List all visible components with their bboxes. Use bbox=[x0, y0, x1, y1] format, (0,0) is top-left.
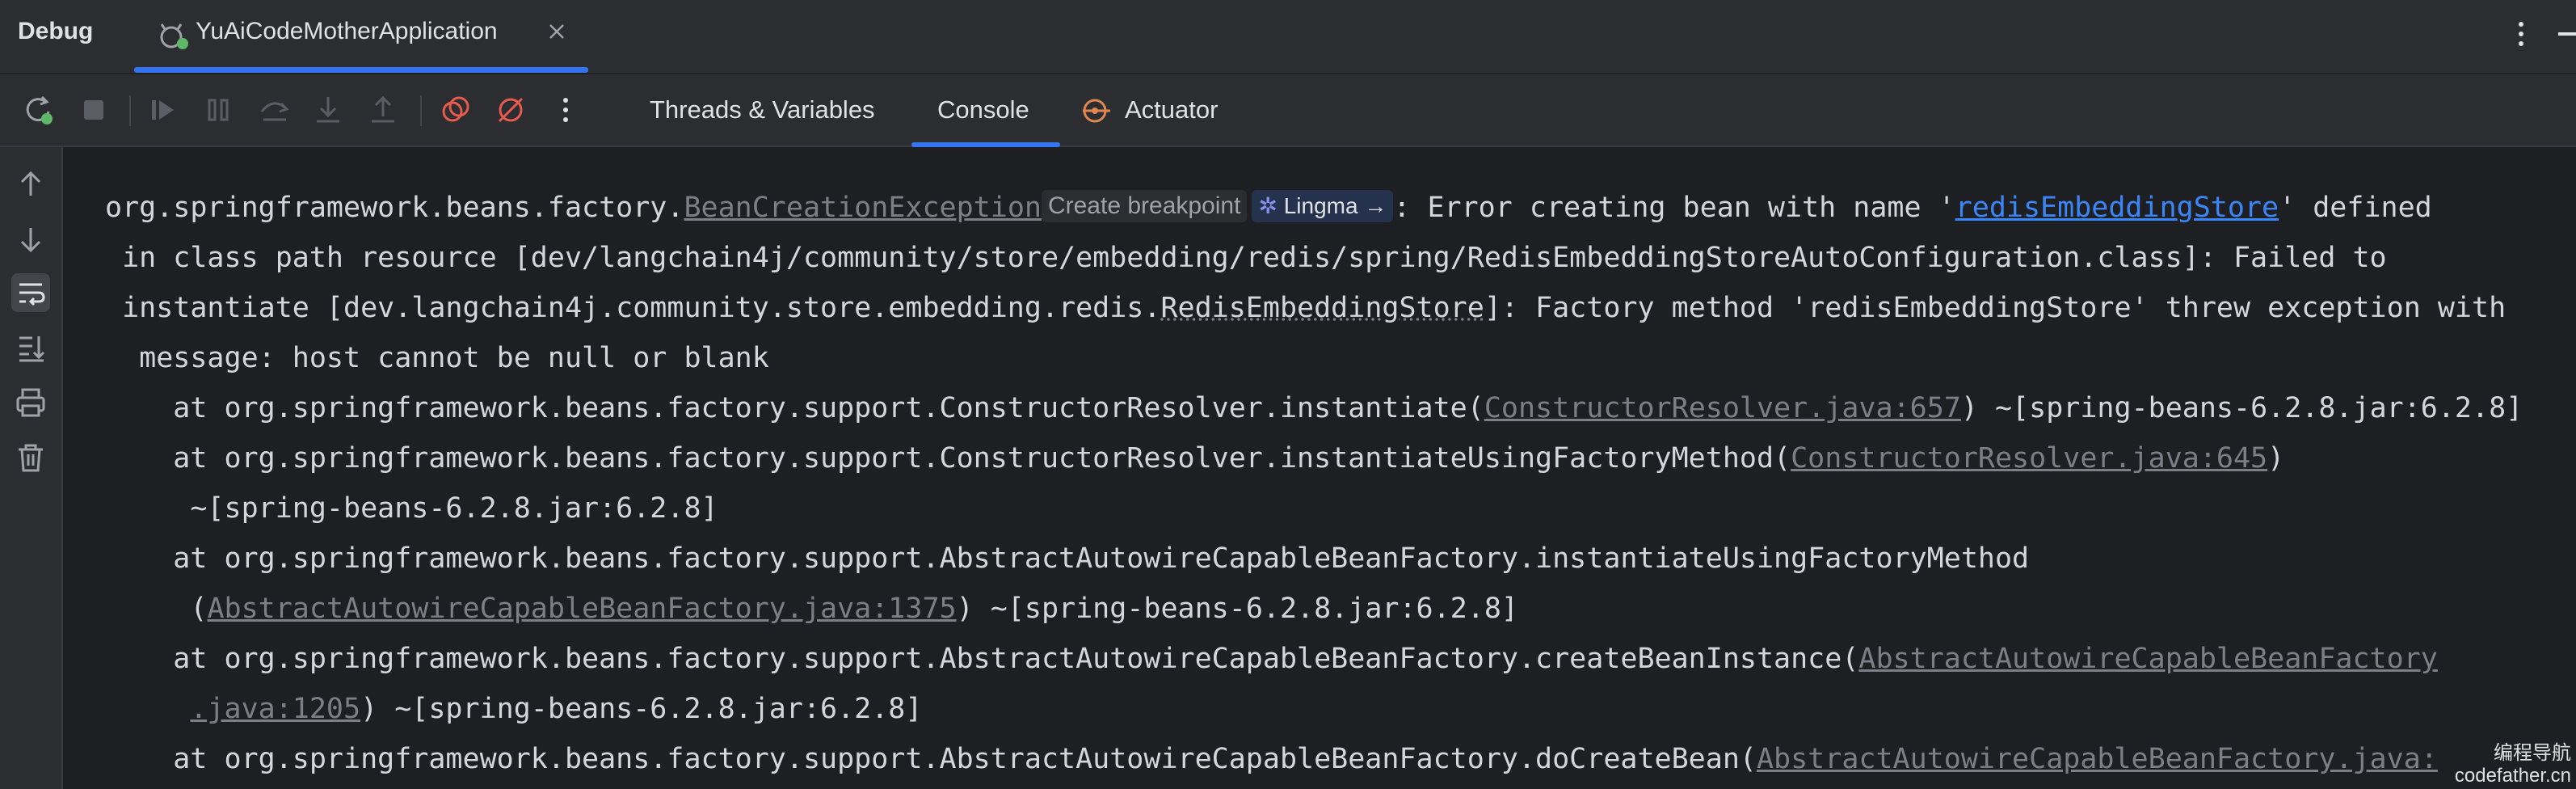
tab-threads-variables-label: Threads & Variables bbox=[650, 95, 875, 124]
console-text: ' defined bbox=[2279, 192, 2432, 224]
actuator-icon bbox=[1083, 99, 1110, 123]
step-into-icon[interactable] bbox=[310, 92, 346, 128]
watermark: 编程导航 codefather.cn bbox=[2455, 742, 2571, 787]
stack-frame-line: at org.springframework.beans.factory.sup… bbox=[105, 542, 2030, 575]
lingma-icon: ✲ bbox=[1258, 193, 1284, 218]
stack-frame-line: at org.springframework.beans.factory.sup… bbox=[105, 388, 2523, 428]
arrow-up-icon[interactable] bbox=[11, 165, 50, 204]
step-over-icon[interactable] bbox=[257, 92, 293, 128]
source-link[interactable]: AbstractAutowireCapableBeanFactory.java: bbox=[1757, 743, 2438, 775]
console-text: org.springframework.beans.factory. bbox=[105, 192, 684, 224]
run-config-tab-label: YuAiCodeMotherApplication bbox=[196, 18, 498, 44]
clear-all-icon[interactable] bbox=[11, 438, 50, 477]
console-text: : Error creating bean with name ' bbox=[1393, 192, 1955, 224]
class-reference[interactable]: RedisEmbeddingStore bbox=[1160, 292, 1484, 324]
source-link[interactable]: AbstractAutowireCapableBeanFactory bbox=[1858, 643, 2437, 675]
console-text: instantiate [dev.langchain4j.community.s… bbox=[105, 292, 1161, 324]
console-text: ) ~[spring-beans-6.2.8.jar:6.2.8] bbox=[1960, 392, 2523, 424]
exception-link[interactable]: BeanCreationException bbox=[684, 192, 1042, 224]
console-text: at org.springframework.beans.factory.sup… bbox=[105, 643, 1859, 675]
close-icon[interactable] bbox=[545, 19, 569, 44]
more-options-icon[interactable] bbox=[2513, 18, 2529, 50]
tab-actuator[interactable]: Actuator bbox=[1080, 74, 1233, 146]
print-icon[interactable] bbox=[11, 383, 50, 422]
toolbar-separator bbox=[420, 95, 422, 126]
console-line: instantiate [dev.langchain4j.community.s… bbox=[105, 288, 2506, 328]
watermark-line: codefather.cn bbox=[2454, 765, 2571, 787]
resume-icon[interactable] bbox=[145, 92, 181, 128]
more-actions-icon[interactable] bbox=[548, 92, 583, 128]
rerun-icon[interactable] bbox=[21, 92, 57, 128]
stack-frame-line: (AbstractAutowireCapableBeanFactory.java… bbox=[105, 589, 1518, 629]
create-breakpoint-inlay[interactable]: Create breakpoint bbox=[1041, 190, 1248, 222]
console-text: ) bbox=[2267, 442, 2285, 475]
active-tab-indicator bbox=[134, 67, 588, 73]
lingma-inlay-label: Lingma → bbox=[1283, 193, 1387, 218]
step-out-icon[interactable] bbox=[365, 92, 401, 128]
scroll-to-end-icon[interactable] bbox=[11, 328, 50, 367]
run-config-tab[interactable]: YuAiCodeMotherApplication bbox=[134, 0, 588, 73]
watermark-line: 编程导航 bbox=[2494, 742, 2571, 764]
source-link[interactable]: ConstructorResolver.java:645 bbox=[1791, 442, 2267, 475]
console-line: in class path resource [dev/langchain4j/… bbox=[105, 242, 2387, 274]
soft-wrap-icon[interactable] bbox=[11, 273, 50, 312]
stack-frame-line: at org.springframework.beans.factory.sup… bbox=[105, 438, 2284, 479]
tab-console[interactable]: Console bbox=[911, 74, 1060, 147]
debug-toolbar: Threads & Variables Console Actuator bbox=[0, 74, 2576, 147]
stack-frame-line: .java:1205) ~[spring-beans-6.2.8.jar:6.2… bbox=[105, 689, 922, 729]
console-text: ( bbox=[105, 593, 208, 625]
tab-threads-variables[interactable]: Threads & Variables bbox=[650, 74, 894, 146]
console-text: at org.springframework.beans.factory.sup… bbox=[105, 743, 1757, 775]
tab-console-label: Console bbox=[937, 95, 1029, 124]
console-text: at org.springframework.beans.factory.sup… bbox=[105, 392, 1484, 424]
console-text: ]: Factory method 'redisEmbeddingStore' … bbox=[1484, 292, 2507, 324]
stack-frame-line: at org.springframework.beans.factory.sup… bbox=[105, 739, 2438, 779]
source-link[interactable]: .java:1205 bbox=[190, 693, 360, 725]
toolbar-separator bbox=[129, 95, 131, 126]
view-breakpoints-icon[interactable] bbox=[438, 92, 474, 128]
tool-window-title: Debug bbox=[18, 18, 94, 44]
console-text: ) ~[spring-beans-6.2.8.jar:6.2.8] bbox=[956, 593, 1518, 625]
tab-actuator-label: Actuator bbox=[1125, 95, 1219, 124]
console-text: ) ~[spring-beans-6.2.8.jar:6.2.8] bbox=[360, 693, 923, 725]
stack-frame-line: ~[spring-beans-6.2.8.jar:6.2.8] bbox=[105, 492, 718, 525]
source-link[interactable]: AbstractAutowireCapableBeanFactory.java:… bbox=[207, 593, 956, 625]
lingma-inlay[interactable]: ✲ Lingma → bbox=[1252, 190, 1394, 222]
console-line: message: host cannot be null or blank bbox=[105, 342, 769, 374]
stack-frame-line: at org.springframework.beans.factory.sup… bbox=[105, 639, 2438, 679]
arrow-down-icon[interactable] bbox=[11, 220, 50, 259]
console-line: org.springframework.beans.factory.BeanCr… bbox=[105, 188, 2432, 228]
mute-breakpoints-icon[interactable] bbox=[493, 92, 528, 128]
stop-icon[interactable] bbox=[76, 92, 112, 128]
console-output[interactable]: org.springframework.beans.factory.BeanCr… bbox=[63, 147, 2576, 789]
minimize-icon[interactable] bbox=[2558, 32, 2576, 36]
console-text: at org.springframework.beans.factory.sup… bbox=[105, 442, 1791, 475]
console-side-toolbar bbox=[0, 147, 63, 789]
bean-link[interactable]: redisEmbeddingStore bbox=[1955, 192, 2279, 224]
debug-run-icon bbox=[160, 23, 188, 49]
debug-tool-window-header: Debug YuAiCodeMotherApplication bbox=[0, 0, 2576, 74]
pause-icon[interactable] bbox=[200, 92, 236, 128]
source-link[interactable]: ConstructorResolver.java:657 bbox=[1484, 392, 1961, 424]
